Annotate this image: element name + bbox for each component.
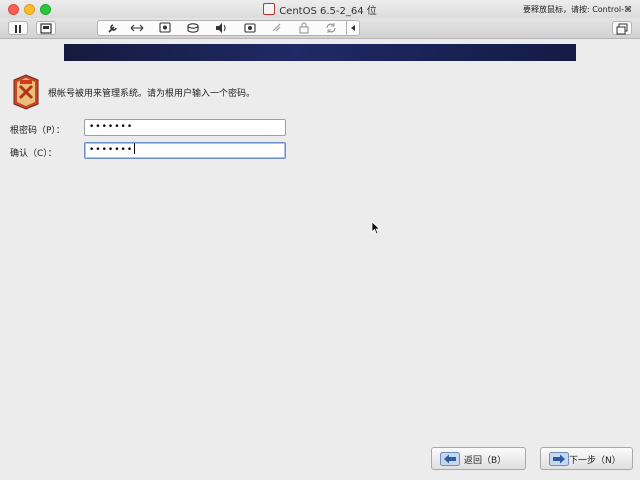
arrow-left-icon (440, 452, 460, 466)
mouse-pointer-icon (371, 221, 381, 235)
wrench-icon[interactable] (106, 22, 120, 34)
device-toolbar-group (97, 20, 360, 36)
next-button-label: 下一步（N） (569, 456, 621, 466)
root-password-field[interactable]: ••••••• (84, 119, 286, 136)
pause-icon (15, 25, 21, 33)
arrow-right-icon (549, 452, 569, 466)
network-arrows-icon[interactable] (130, 22, 144, 34)
back-button[interactable]: 返回（B） (431, 447, 526, 470)
window-title: CentOS 6.5-2_64 位 (279, 6, 377, 17)
confirm-label: 确认（C）： (10, 149, 57, 159)
lock-icon[interactable] (297, 22, 311, 34)
vm-settings-icon (40, 23, 52, 34)
display-icon[interactable] (158, 22, 172, 34)
pause-button[interactable] (8, 21, 28, 35)
next-button[interactable]: 下一步（N） (540, 447, 633, 470)
root-password-value: ••••••• (89, 122, 134, 132)
disk-icon[interactable] (186, 22, 200, 34)
vm-settings-button[interactable] (36, 21, 56, 35)
vm-app-icon (263, 3, 276, 15)
usb-icon[interactable] (270, 22, 284, 34)
confirm-password-field[interactable]: ••••••• (84, 142, 286, 159)
audio-icon[interactable] (214, 22, 228, 34)
text-caret (134, 143, 136, 154)
window-icon (616, 23, 628, 35)
back-button-label: 返回（B） (464, 456, 507, 466)
camera-icon[interactable] (243, 22, 257, 34)
window-titlebar: CentOS 6.5-2_64 位 要释放鼠标，请按: Control-⌘ (0, 0, 640, 18)
refresh-icon[interactable] (324, 22, 338, 34)
collapse-icon[interactable] (347, 22, 359, 34)
root-password-prompt: 根帐号被用来管理系统。请为根用户输入一个密码。 (48, 89, 256, 99)
installer-header-banner (64, 44, 576, 61)
window-mode-button[interactable] (612, 21, 632, 35)
vm-toolbar (0, 18, 640, 39)
confirm-password-value: ••••••• (89, 145, 134, 155)
mouse-release-hint: 要释放鼠标，请按: Control-⌘ (522, 5, 632, 14)
password-label: 根密码（P）： (10, 126, 65, 136)
root-key-icon (13, 74, 39, 110)
